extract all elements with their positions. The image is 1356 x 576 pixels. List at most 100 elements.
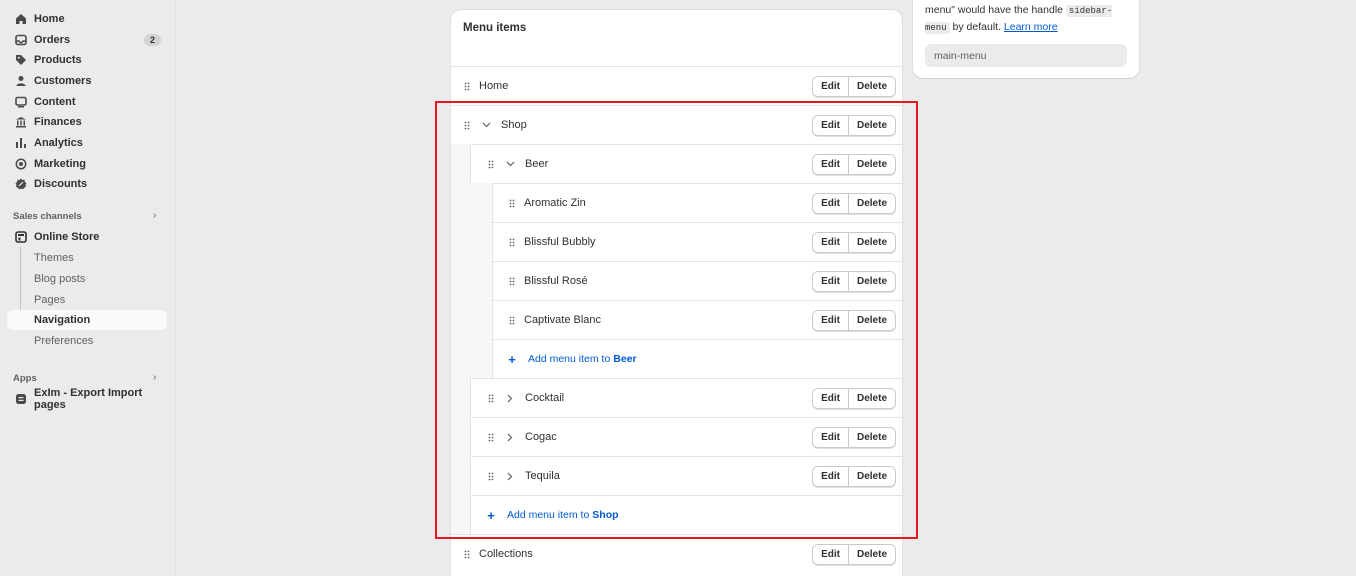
delete-button[interactable]: Delete xyxy=(847,311,895,330)
sidebar-item-discounts[interactable]: Discounts xyxy=(7,174,167,194)
sidebar-subitem-preferences[interactable]: Preferences xyxy=(34,335,93,347)
delete-button[interactable]: Delete xyxy=(847,116,895,135)
plus-icon: + xyxy=(487,507,495,523)
delete-button[interactable]: Delete xyxy=(847,545,895,564)
menu-row-captivate-blanc[interactable]: Captivate Blanc Edit Delete xyxy=(492,300,902,339)
sidebar-item-label: Online Store xyxy=(34,231,100,243)
edit-button[interactable]: Edit xyxy=(813,77,848,96)
menu-row-collections[interactable]: Collections Edit Delete xyxy=(451,534,902,573)
handle-field[interactable]: main-menu xyxy=(925,44,1127,67)
menu-row-shop[interactable]: Shop Edit Delete xyxy=(451,105,902,144)
drag-handle-icon[interactable] xyxy=(461,82,473,91)
row-actions: Edit Delete xyxy=(812,154,896,175)
row-actions: Edit Delete xyxy=(812,115,896,136)
sidebar-item-label: Marketing xyxy=(34,158,86,170)
sidebar-item-label: ExIm - Export Import pages xyxy=(34,387,143,411)
add-menu-item-to-beer[interactable]: + Add menu item to Beer xyxy=(492,339,902,378)
sidebar-subitem-pages[interactable]: Pages xyxy=(34,294,65,306)
sidebar-item-marketing[interactable]: Marketing xyxy=(7,154,167,174)
drag-handle-icon[interactable] xyxy=(506,316,518,325)
chevron-down-icon[interactable] xyxy=(479,122,493,128)
handle-help-text: menu" would have the handle sidebar-menu… xyxy=(925,2,1135,36)
row-actions: Edit Delete xyxy=(812,193,896,214)
person-icon xyxy=(15,75,27,87)
drag-handle-icon[interactable] xyxy=(485,394,497,403)
edit-button[interactable]: Edit xyxy=(813,467,848,486)
sidebar: Home Orders 2 Products Customers Content… xyxy=(0,0,176,576)
chevron-right-icon[interactable] xyxy=(503,394,517,403)
sidebar-item-finances[interactable]: Finances xyxy=(7,112,167,132)
menu-item-label: Cogac xyxy=(525,431,557,443)
drag-handle-icon[interactable] xyxy=(506,238,518,247)
sidebar-item-online-store[interactable]: Online Store xyxy=(7,227,167,247)
row-actions: Edit Delete xyxy=(812,232,896,253)
delete-button[interactable]: Delete xyxy=(847,272,895,291)
content-icon xyxy=(15,96,27,108)
tag-icon xyxy=(15,54,27,66)
menu-row-cogac[interactable]: Cogac Edit Delete xyxy=(470,417,902,456)
add-item-text[interactable]: Add menu item to xyxy=(507,509,589,521)
menu-row-beer[interactable]: Beer Edit Delete xyxy=(470,144,902,183)
edit-button[interactable]: Edit xyxy=(813,116,848,135)
edit-button[interactable]: Edit xyxy=(813,545,848,564)
delete-button[interactable]: Delete xyxy=(847,428,895,447)
add-menu-item-to-shop[interactable]: + Add menu item to Shop xyxy=(470,495,902,534)
sales-channels-label: Sales channels xyxy=(13,211,82,222)
sidebar-subitem-navigation[interactable]: Navigation xyxy=(34,314,90,326)
chevron-right-icon[interactable]: › xyxy=(153,372,156,383)
drag-handle-icon[interactable] xyxy=(485,433,497,442)
edit-button[interactable]: Edit xyxy=(813,428,848,447)
sidebar-subitem-themes[interactable]: Themes xyxy=(34,252,74,264)
indent-guide-shop xyxy=(451,144,470,535)
menu-item-label: Collections xyxy=(479,548,533,560)
delete-button[interactable]: Delete xyxy=(847,77,895,96)
sidebar-item-orders[interactable]: Orders 2 xyxy=(7,30,167,50)
drag-handle-icon[interactable] xyxy=(485,472,497,481)
edit-button[interactable]: Edit xyxy=(813,155,848,174)
sidebar-item-label: Discounts xyxy=(34,178,88,190)
sidebar-item-content[interactable]: Content xyxy=(7,92,167,112)
delete-button[interactable]: Delete xyxy=(847,233,895,252)
sidebar-subitem-blog-posts[interactable]: Blog posts xyxy=(34,273,85,285)
learn-more-link[interactable]: Learn more xyxy=(1004,21,1058,33)
handle-card: menu" would have the handle sidebar-menu… xyxy=(913,0,1139,78)
add-item-target[interactable]: Beer xyxy=(613,353,636,365)
edit-button[interactable]: Edit xyxy=(813,389,848,408)
drag-handle-icon[interactable] xyxy=(506,199,518,208)
menu-row-cocktail[interactable]: Cocktail Edit Delete xyxy=(470,378,902,417)
edit-button[interactable]: Edit xyxy=(813,194,848,213)
menu-row-blissful-rose[interactable]: Blissful Rosé Edit Delete xyxy=(492,261,902,300)
add-item-text[interactable]: Add menu item to xyxy=(528,353,610,365)
edit-button[interactable]: Edit xyxy=(813,272,848,291)
sidebar-item-home[interactable]: Home xyxy=(7,9,167,29)
chevron-right-icon[interactable] xyxy=(503,472,517,481)
row-actions: Edit Delete xyxy=(812,76,896,97)
drag-handle-icon[interactable] xyxy=(461,121,473,130)
delete-button[interactable]: Delete xyxy=(847,467,895,486)
drag-handle-icon[interactable] xyxy=(461,550,473,559)
chevron-right-icon[interactable] xyxy=(503,433,517,442)
drag-handle-icon[interactable] xyxy=(506,277,518,286)
menu-row-aromatic-zin[interactable]: Aromatic Zin Edit Delete xyxy=(492,183,902,222)
sidebar-item-analytics[interactable]: Analytics xyxy=(7,133,167,153)
delete-button[interactable]: Delete xyxy=(847,194,895,213)
sidebar-item-exim-app[interactable]: ExIm - Export Import pages xyxy=(7,387,167,411)
menu-row-blissful-bubbly[interactable]: Blissful Bubbly Edit Delete xyxy=(492,222,902,261)
menu-row-tequila[interactable]: Tequila Edit Delete xyxy=(470,456,902,495)
home-icon xyxy=(15,13,27,25)
add-item-target[interactable]: Shop xyxy=(592,509,618,521)
drag-handle-icon[interactable] xyxy=(485,160,497,169)
help-text-prefix: menu" would have the handle xyxy=(925,4,1063,16)
chevron-down-icon[interactable] xyxy=(503,161,517,167)
delete-button[interactable]: Delete xyxy=(847,389,895,408)
menu-item-label: Shop xyxy=(501,119,527,131)
sidebar-item-products[interactable]: Products xyxy=(7,50,167,70)
menu-row-home[interactable]: Home Edit Delete xyxy=(451,66,902,105)
edit-button[interactable]: Edit xyxy=(813,311,848,330)
chevron-right-icon[interactable]: › xyxy=(153,210,156,221)
sidebar-item-label: Products xyxy=(34,54,82,66)
edit-button[interactable]: Edit xyxy=(813,233,848,252)
sidebar-item-customers[interactable]: Customers xyxy=(7,71,167,91)
menu-item-label: Blissful Bubbly xyxy=(524,236,596,248)
delete-button[interactable]: Delete xyxy=(847,155,895,174)
